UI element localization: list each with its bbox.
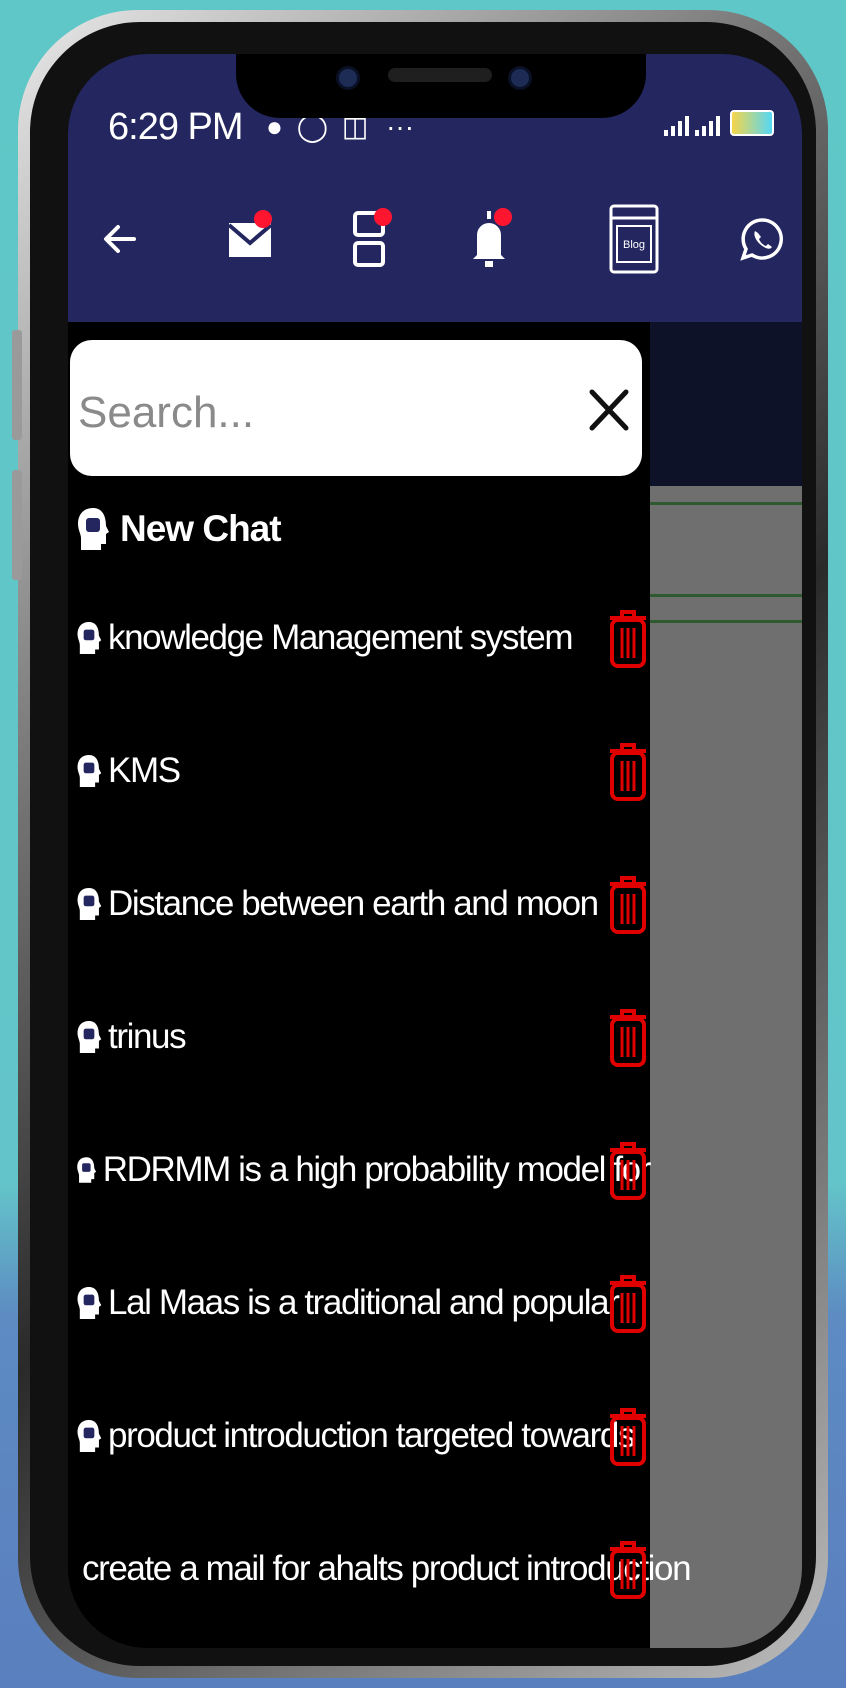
chat-list-item[interactable]: create a mail for ahalts product introdu…	[76, 1529, 692, 1609]
chat-title: create a mail for ahalts product introdu…	[82, 1549, 692, 1588]
bot-head-icon	[77, 621, 102, 655]
chat-title: knowledge Management system	[108, 618, 574, 657]
mail-badge	[254, 210, 272, 228]
trash-icon[interactable]	[606, 872, 650, 936]
chat-list-item[interactable]: KMS	[76, 731, 650, 811]
trash-icon[interactable]	[606, 606, 650, 670]
trash-icon[interactable]	[606, 1537, 650, 1601]
chat-list-item[interactable]: knowledge Management system	[76, 598, 650, 678]
chat-title: Distance between earth and moon	[108, 884, 599, 923]
chat-list-item[interactable]: Distance between earth and moon	[76, 864, 650, 944]
chat-title: Lal Maas is a traditional and popular	[108, 1283, 620, 1322]
blog-button[interactable]: Blog	[604, 204, 664, 274]
back-arrow-icon[interactable]	[90, 204, 150, 274]
blog-icon: Blog	[609, 204, 659, 274]
signal-1-icon	[664, 116, 689, 136]
mail-button[interactable]	[216, 204, 286, 274]
chat-title: trinus	[108, 1017, 187, 1056]
chat-history-drawer: New Chat knowledge Management system KMS D…	[68, 322, 692, 1648]
layout-badge	[374, 208, 392, 226]
chat-list-item[interactable]: RDRMM is a high probability model for	[76, 1130, 652, 1210]
new-chat-button[interactable]: New Chat	[76, 502, 282, 556]
bot-head-icon	[77, 1286, 102, 1320]
dimmed-header	[650, 322, 802, 486]
trash-icon[interactable]	[606, 739, 650, 803]
front-camera-icon	[336, 66, 360, 90]
chat-list-item[interactable]: Lal Maas is a traditional and popular	[76, 1263, 650, 1343]
camera-notch	[236, 54, 646, 118]
whatsapp-icon	[740, 218, 783, 261]
bot-head-icon	[77, 754, 102, 788]
chat-title: RDRMM is a high probability model for	[102, 1150, 652, 1189]
trash-icon[interactable]	[606, 1271, 650, 1335]
volume-down-button	[12, 470, 22, 580]
search-bar	[70, 340, 642, 476]
bot-head-icon	[78, 508, 109, 550]
chat-title: product introduction targeted towards	[108, 1416, 635, 1455]
signal-battery	[664, 110, 774, 136]
search-input[interactable]	[76, 382, 560, 444]
trash-icon[interactable]	[606, 1005, 650, 1069]
phone-screen: 6:29 PM ● ◯ ◫ ··· Blog Search... New Cha…	[68, 54, 802, 1648]
bot-head-icon	[77, 1157, 97, 1183]
bot-head-icon	[77, 887, 102, 921]
bell-button[interactable]	[454, 204, 524, 274]
divider	[650, 594, 802, 597]
divider	[650, 502, 802, 505]
earpiece-speaker	[388, 68, 492, 82]
bot-head-icon	[77, 1020, 102, 1054]
trash-icon[interactable]	[606, 1138, 650, 1202]
chat-list-item[interactable]: trinus	[76, 997, 650, 1077]
dimmed-content[interactable]	[650, 322, 802, 1648]
close-icon[interactable]	[586, 384, 632, 436]
bell-badge	[494, 208, 512, 226]
layout-button[interactable]	[334, 204, 404, 274]
signal-2-icon	[695, 116, 720, 136]
battery-icon	[730, 110, 774, 136]
new-chat-label: New Chat	[120, 508, 282, 549]
sensor-icon	[508, 66, 532, 90]
trash-icon[interactable]	[606, 1404, 650, 1468]
chat-title: KMS	[108, 751, 181, 790]
chat-list-item[interactable]: product introduction targeted towards	[76, 1396, 650, 1476]
volume-up-button	[12, 330, 22, 440]
bot-head-icon	[77, 1419, 102, 1453]
blog-icon-label: Blog	[623, 239, 645, 251]
divider	[650, 620, 802, 623]
whatsapp-button[interactable]	[732, 204, 792, 274]
status-time: 6:29 PM	[108, 106, 244, 148]
